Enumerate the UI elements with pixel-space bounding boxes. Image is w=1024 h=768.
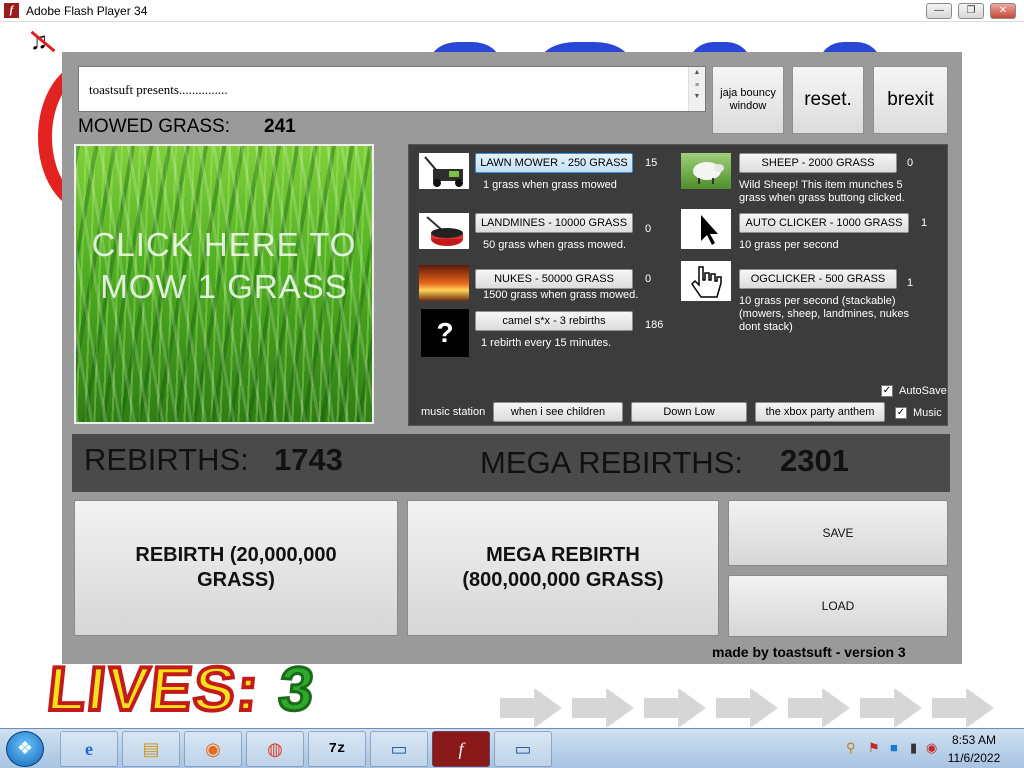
arrow-icon	[644, 688, 706, 728]
arrow-icon	[788, 688, 850, 728]
load-button[interactable]: LOAD	[728, 575, 948, 637]
game-panel: toastsuft presents............... ▲ ≡ ▼ …	[62, 52, 962, 664]
mega-rebirths-value: 2301	[780, 443, 849, 478]
ogclicker-count: 1	[907, 277, 914, 289]
lives-display: LIVES: 3	[42, 653, 321, 726]
mega-rebirths-label: MEGA REBIRTHS:	[480, 445, 743, 480]
message-textbox[interactable]: toastsuft presents............... ▲ ≡ ▼	[78, 66, 706, 112]
scroll-thumb[interactable]: ≡	[689, 80, 705, 91]
mow-grass-button[interactable]: CLICK HERE TO MOW 1 GRASS	[74, 144, 374, 424]
sheep-icon	[681, 153, 731, 189]
lives-value: 3	[274, 654, 321, 726]
rebirth-button[interactable]: REBIRTH (20,000,000 GRASS)	[74, 500, 398, 636]
chrome-icon[interactable]: ◍	[246, 731, 304, 767]
volume-icon[interactable]: ◉	[926, 740, 937, 756]
textbox-scrollbar[interactable]: ▲ ≡ ▼	[688, 67, 705, 111]
arrow-icon	[716, 688, 778, 728]
flash-player-icon: f	[4, 3, 19, 18]
buy-nukes-button[interactable]: NUKES - 50000 GRASS	[475, 269, 633, 289]
music-label: Music	[913, 407, 942, 419]
auto-clicker-description: 10 grass per second	[739, 239, 839, 251]
arrow-icon	[932, 688, 994, 728]
uc-browser-icon[interactable]: ◉	[184, 731, 242, 767]
mowed-grass-label: MOWED GRASS:	[78, 116, 231, 137]
music-checkbox[interactable]: ✓	[895, 407, 907, 419]
window-titlebar: f Adobe Flash Player 34 — ❐ ✕	[0, 0, 1024, 22]
scroll-down-icon[interactable]: ▼	[689, 91, 705, 102]
mega-rebirth-button[interactable]: MEGA REBIRTH (800,000,000 GRASS)	[407, 500, 719, 636]
internet-explorer-icon[interactable]: e	[60, 731, 118, 767]
buy-sheep-button[interactable]: SHEEP - 2000 GRASS	[739, 153, 897, 173]
ogclicker-description: 10 grass per second (stackable) (mowers,…	[739, 295, 909, 333]
landmines-count: 0	[645, 223, 652, 235]
buy-ogclicker-button[interactable]: OGCLICKER - 500 GRASS	[739, 269, 897, 289]
save-button[interactable]: SAVE	[728, 500, 948, 566]
flag-icon[interactable]: ⚑	[868, 740, 880, 756]
message-text: toastsuft presents...............	[89, 82, 228, 97]
window-icon[interactable]: ▭	[370, 731, 428, 767]
autosave-checkbox[interactable]: ✓	[881, 385, 893, 397]
brexit-button[interactable]: brexit	[873, 66, 948, 134]
lawn-mower-count: 15	[645, 157, 658, 169]
lawn-mower-description: 1 grass when grass mowed	[483, 179, 617, 191]
monitor-icon[interactable]: ■	[890, 740, 898, 755]
buy-landmines-button[interactable]: LANDMINES - 10000 GRASS	[475, 213, 633, 233]
start-button[interactable]	[6, 731, 44, 767]
close-button[interactable]: ✕	[990, 3, 1016, 19]
search-icon[interactable]: ⚲	[846, 740, 856, 756]
clock-time[interactable]: 8:53 AM	[950, 733, 998, 747]
camel-description: 1 rebirth every 15 minutes.	[481, 337, 612, 349]
scroll-up-icon[interactable]: ▲	[689, 67, 705, 78]
buy-lawn-mower-button[interactable]: LAWN MOWER - 250 GRASS	[475, 153, 633, 173]
lawn-mower-icon	[419, 153, 469, 189]
network-icon[interactable]: ▮	[910, 740, 917, 756]
mow-grass-label: CLICK HERE TO MOW 1 GRASS	[91, 226, 357, 305]
flash-player-taskbar-icon[interactable]: f	[432, 731, 490, 767]
arrow-icon	[500, 688, 562, 728]
mowed-grass-value: 241	[264, 116, 296, 137]
reset-button[interactable]: reset.	[792, 66, 864, 134]
shop-panel: LAWN MOWER - 250 GRASS 15 1 grass when g…	[408, 144, 948, 426]
sheep-description: Wild Sheep! This item munches 5 grass wh…	[739, 179, 905, 204]
camel-count: 186	[645, 319, 664, 331]
rebirths-label: REBIRTHS:	[84, 442, 249, 477]
nukes-description: 1500 grass when grass mowed.	[483, 289, 639, 301]
minimize-button[interactable]: —	[926, 3, 952, 19]
rebirths-value: 1743	[274, 442, 343, 477]
buy-auto-clicker-button[interactable]: AUTO CLICKER - 1000 GRASS	[739, 213, 909, 233]
landmines-description: 50 grass when grass mowed.	[483, 239, 627, 251]
landmine-icon	[419, 213, 469, 249]
credits-text: made by toastsuft - version 3	[712, 644, 906, 660]
music-station-label: music station	[421, 406, 486, 418]
cursor-icon	[681, 209, 731, 249]
clock-date[interactable]: 11/6/2022	[946, 751, 1002, 765]
music-muted-icon[interactable]: ♫	[30, 28, 48, 56]
autosave-label: AutoSave	[899, 385, 947, 397]
rebirths-bar: REBIRTHS: 1743 MEGA REBIRTHS: 2301	[72, 434, 950, 492]
file-explorer-icon[interactable]: ▤	[122, 731, 180, 767]
arrow-icon	[860, 688, 922, 728]
lives-label: LIVES:	[42, 653, 265, 726]
music-button-xbox-party-anthem[interactable]: the xbox party anthem	[755, 402, 885, 422]
question-icon: ?	[421, 309, 469, 357]
jaja-bouncy-window-button[interactable]: jaja bouncy window	[712, 66, 784, 134]
music-button-when-i-see-children[interactable]: when i see children	[493, 402, 623, 422]
7zip-icon[interactable]: 7z	[308, 731, 366, 767]
restore-button[interactable]: ❐	[958, 3, 984, 19]
music-button-down-low[interactable]: Down Low	[631, 402, 747, 422]
nukes-count: 0	[645, 273, 652, 285]
auto-clicker-count: 1	[921, 217, 928, 229]
window-title: Adobe Flash Player 34	[26, 4, 148, 18]
nuke-icon	[419, 265, 469, 301]
buy-camel-button[interactable]: camel s*x - 3 rebirths	[475, 311, 633, 331]
window-icon[interactable]: ▭	[494, 731, 552, 767]
arrow-icon	[572, 688, 634, 728]
sheep-count: 0	[907, 157, 914, 169]
hand-cursor-icon	[681, 261, 731, 301]
